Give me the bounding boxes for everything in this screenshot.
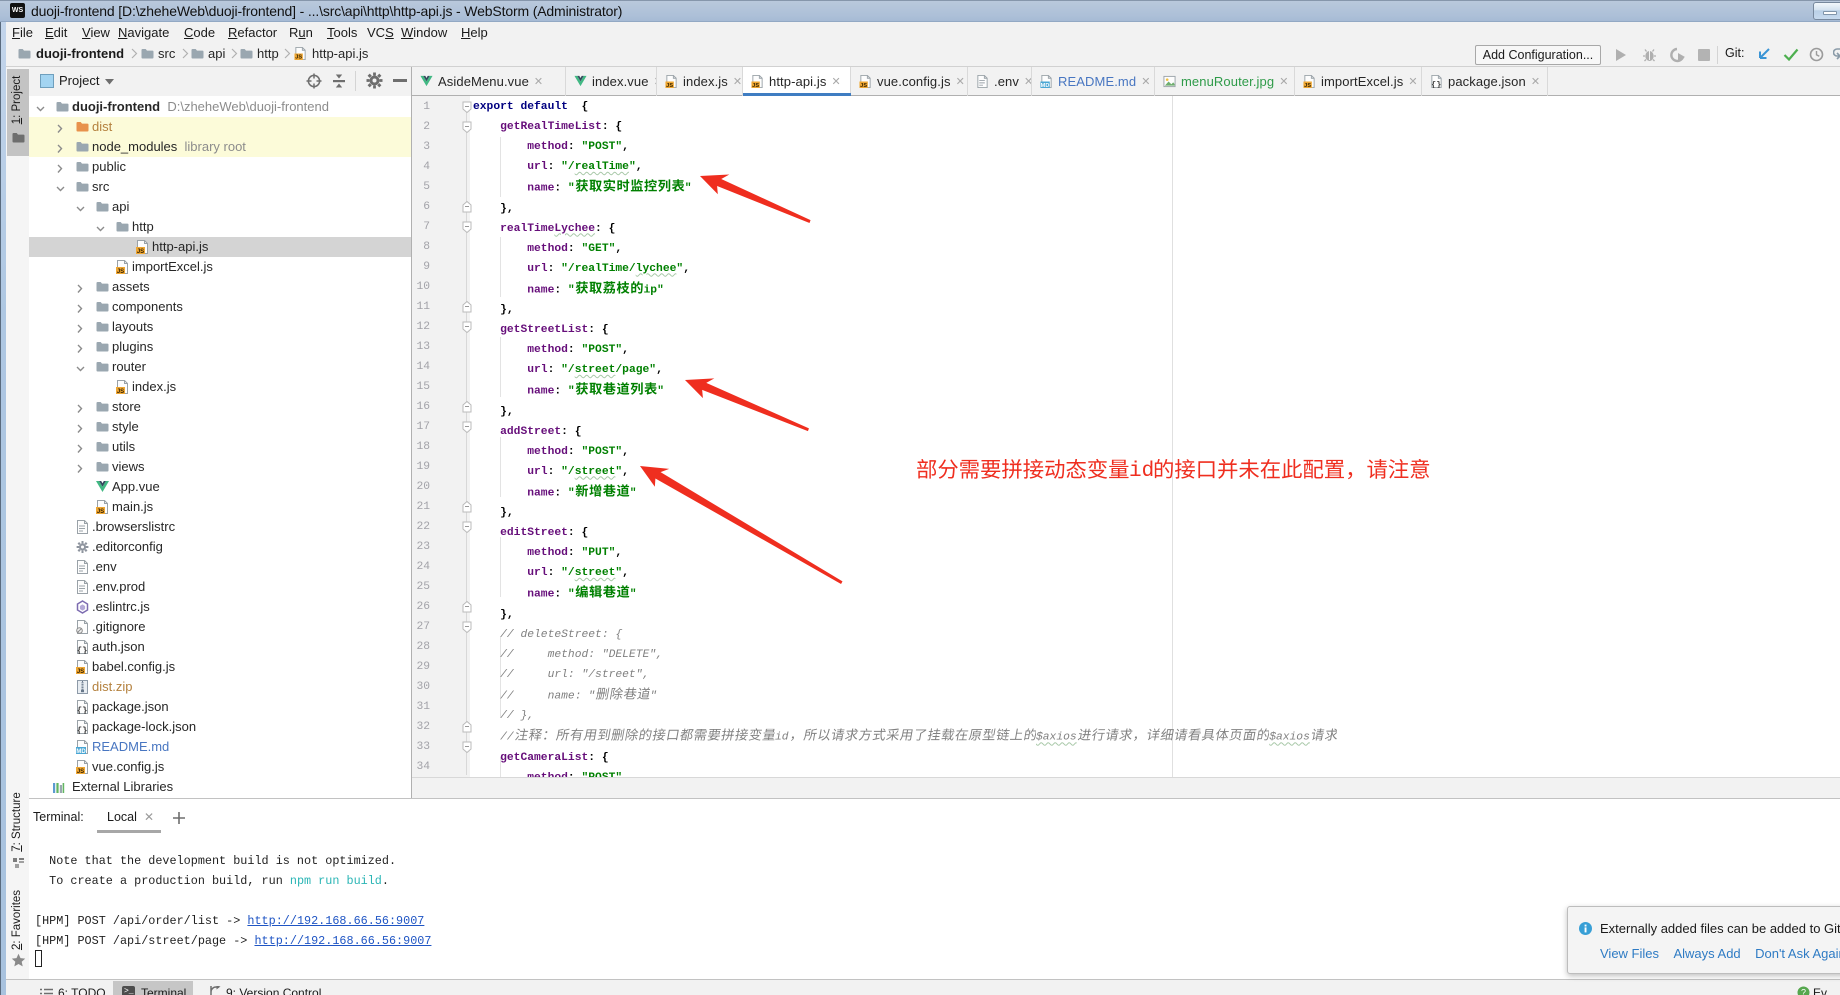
svg-text:?: ? — [1801, 988, 1806, 995]
svg-text:{}: {} — [77, 646, 88, 654]
svg-text:MD: MD — [76, 749, 86, 754]
svg-text:JS: JS — [117, 269, 124, 274]
svg-text:{}: {} — [77, 706, 88, 714]
svg-text:JS: JS — [752, 83, 759, 88]
svg-text:JS: JS — [137, 249, 144, 254]
svg-text:JS: JS — [295, 55, 302, 60]
svg-text:JS: JS — [117, 389, 124, 394]
svg-text:{}: {} — [1431, 80, 1441, 88]
svg-text:JS: JS — [97, 509, 104, 514]
svg-text:MD: MD — [1041, 83, 1050, 88]
svg-text:JS: JS — [666, 83, 673, 88]
svg-text:{}: {} — [77, 726, 88, 734]
svg-text:JS: JS — [860, 83, 867, 88]
svg-text:JS: JS — [77, 669, 84, 674]
svg-text:JS: JS — [1304, 83, 1311, 88]
svg-text:JS: JS — [77, 769, 84, 774]
